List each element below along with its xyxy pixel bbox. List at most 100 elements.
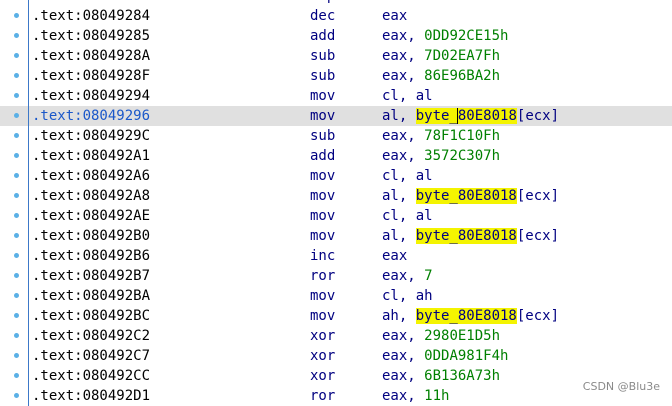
gutter[interactable] <box>0 146 30 166</box>
mnemonic[interactable]: mov <box>310 106 335 126</box>
breakpoint-dot-icon[interactable] <box>14 13 19 18</box>
code-line[interactable]: .text:080492A8 mov al, byte_80E8018[ecx] <box>0 186 672 206</box>
breakpoint-dot-icon[interactable] <box>14 113 19 118</box>
mnemonic[interactable]: add <box>310 146 335 166</box>
operands[interactable]: eax, 6B136A73h <box>382 366 500 386</box>
highlighted-symbol[interactable]: 80E8018 <box>457 108 517 124</box>
address-label[interactable]: .text:080492B0 <box>32 226 150 246</box>
code-line[interactable]: .text:0804928F sub eax, 86E96BA2h <box>0 66 672 86</box>
breakpoint-dot-icon[interactable] <box>14 73 19 78</box>
code-line[interactable]: .text:080492A6 mov cl, al <box>0 166 672 186</box>
operands[interactable]: eax, 2980E1D5h <box>382 326 500 346</box>
address-label[interactable]: .text:080492A1 <box>32 146 150 166</box>
mnemonic[interactable]: sub <box>310 66 335 86</box>
gutter[interactable] <box>0 66 30 86</box>
code-line[interactable]: .text:0804928A sub eax, 7D02EA7Fh <box>0 46 672 66</box>
mnemonic[interactable]: sub <box>310 46 335 66</box>
gutter[interactable] <box>0 366 30 386</box>
operands[interactable]: eax, 86E96BA2h <box>382 66 500 86</box>
code-line[interactable]: .text:080492C2 xor eax, 2980E1D5h <box>0 326 672 346</box>
code-line[interactable]: .text:08049285 add eax, 0DD92CE15h <box>0 26 672 46</box>
operands[interactable]: al, byte_80E8018[ecx] <box>382 226 559 246</box>
operands[interactable]: cl, al <box>382 206 433 226</box>
gutter[interactable] <box>0 306 30 326</box>
gutter[interactable] <box>0 46 30 66</box>
address-label[interactable]: .text:08049284 <box>32 6 150 26</box>
address-label[interactable]: .text:0804929C <box>32 126 150 146</box>
breakpoint-dot-icon[interactable] <box>14 393 19 398</box>
gutter[interactable] <box>0 166 30 186</box>
code-line[interactable]: .text:080492B6 inc eax <box>0 246 672 266</box>
address-label[interactable]: .text:080492A8 <box>32 186 150 206</box>
gutter[interactable] <box>0 346 30 366</box>
code-line[interactable]: .text:08049296 mov al, byte_80E8018[ecx] <box>0 106 672 126</box>
code-line[interactable]: .text:080492B7 ror eax, 7 <box>0 266 672 286</box>
operands[interactable]: eax <box>382 6 407 26</box>
gutter[interactable] <box>0 26 30 46</box>
gutter[interactable] <box>0 326 30 346</box>
gutter[interactable] <box>0 286 30 306</box>
address-label[interactable]: .text:080492D1 <box>32 386 150 406</box>
mnemonic[interactable]: add <box>310 26 335 46</box>
mnemonic[interactable]: xor <box>310 346 335 366</box>
address-label[interactable]: .text:080492B7 <box>32 266 150 286</box>
breakpoint-dot-icon[interactable] <box>14 93 19 98</box>
code-line[interactable]: .text:080492C7 xor eax, 0DDA981F4h <box>0 346 672 366</box>
mnemonic[interactable]: sub <box>310 126 335 146</box>
breakpoint-dot-icon[interactable] <box>14 253 19 258</box>
highlighted-symbol[interactable]: byte_80E8018 <box>415 188 517 204</box>
breakpoint-dot-icon[interactable] <box>14 133 19 138</box>
mnemonic[interactable]: mov <box>310 306 335 326</box>
operands[interactable]: cl, ah <box>382 286 433 306</box>
address-label[interactable]: .text:08049294 <box>32 86 150 106</box>
operands[interactable]: eax, 7D02EA7Fh <box>382 46 500 66</box>
breakpoint-dot-icon[interactable] <box>14 273 19 278</box>
code-line[interactable]: .text:080492B0 mov al, byte_80E8018[ecx] <box>0 226 672 246</box>
gutter[interactable] <box>0 6 30 26</box>
mnemonic[interactable]: mov <box>310 206 335 226</box>
address-label[interactable]: .text:08049285 <box>32 26 150 46</box>
gutter[interactable] <box>0 266 30 286</box>
address-label[interactable]: .text:080492BC <box>32 306 150 326</box>
breakpoint-dot-icon[interactable] <box>14 53 19 58</box>
code-line[interactable]: .text:080492CC xor eax, 6B136A73h <box>0 366 672 386</box>
breakpoint-dot-icon[interactable] <box>14 333 19 338</box>
address-label[interactable]: .text:080492C7 <box>32 346 150 366</box>
breakpoint-dot-icon[interactable] <box>14 353 19 358</box>
address-label[interactable]: .text:0804928A <box>32 46 150 66</box>
mnemonic[interactable]: mov <box>310 286 335 306</box>
gutter[interactable] <box>0 386 30 406</box>
code-line[interactable]: .text:08049294 mov cl, al <box>0 86 672 106</box>
address-label[interactable]: .text:080492B6 <box>32 246 150 266</box>
breakpoint-dot-icon[interactable] <box>14 33 19 38</box>
address-label[interactable]: .text:080492CC <box>32 366 150 386</box>
disassembly-listing[interactable]: .text:08049283nop.text:08049284deceax.te… <box>0 0 672 406</box>
address-label[interactable]: .text:080492AE <box>32 206 150 226</box>
highlighted-symbol[interactable]: byte_80E8018 <box>415 228 517 244</box>
mnemonic[interactable]: mov <box>310 226 335 246</box>
code-line[interactable]: .text:080492AE mov cl, al <box>0 206 672 226</box>
operands[interactable]: al, byte_80E8018[ecx] <box>382 106 559 126</box>
code-line[interactable]: .text:080492A1 add eax, 3572C307h <box>0 146 672 166</box>
gutter[interactable] <box>0 186 30 206</box>
operands[interactable]: al, byte_80E8018[ecx] <box>382 186 559 206</box>
operands[interactable]: cl, al <box>382 86 433 106</box>
code-line[interactable]: .text:080492D1 ror eax, 11h <box>0 386 672 406</box>
breakpoint-dot-icon[interactable] <box>14 313 19 318</box>
operands[interactable]: eax, 78F1C10Fh <box>382 126 500 146</box>
breakpoint-dot-icon[interactable] <box>14 233 19 238</box>
code-line[interactable]: .text:0804929C sub eax, 78F1C10Fh <box>0 126 672 146</box>
highlighted-symbol[interactable]: byte_ <box>415 108 458 124</box>
operands[interactable]: ah, byte_80E8018[ecx] <box>382 306 559 326</box>
code-line[interactable]: .text:080492BA mov cl, ah <box>0 286 672 306</box>
operands[interactable]: cl, al <box>382 166 433 186</box>
gutter[interactable] <box>0 86 30 106</box>
code-line[interactable]: .text:08049284 dec eax <box>0 6 672 26</box>
mnemonic[interactable]: mov <box>310 166 335 186</box>
operands[interactable]: eax, 3572C307h <box>382 146 500 166</box>
operands[interactable]: eax <box>382 246 407 266</box>
breakpoint-dot-icon[interactable] <box>14 213 19 218</box>
mnemonic[interactable]: xor <box>310 366 335 386</box>
breakpoint-dot-icon[interactable] <box>14 173 19 178</box>
breakpoint-dot-icon[interactable] <box>14 373 19 378</box>
